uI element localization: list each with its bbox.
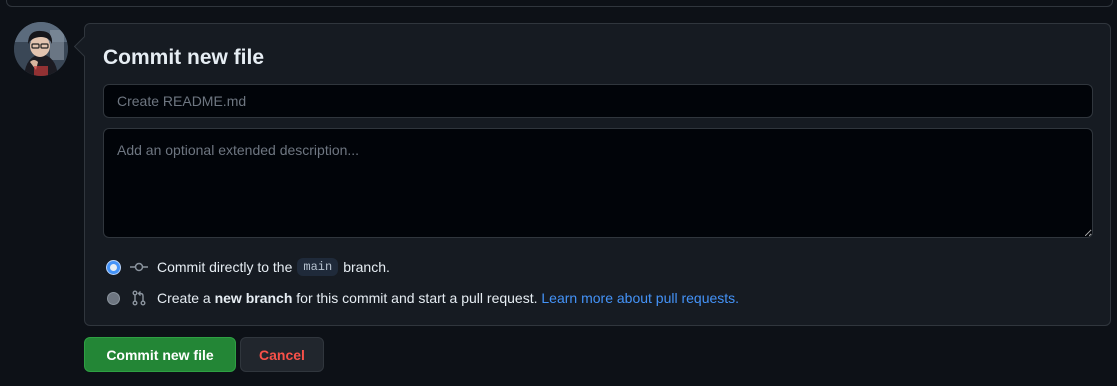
previous-section-box: [6, 0, 1113, 7]
commit-new-file-button[interactable]: Commit new file: [84, 337, 236, 372]
git-commit-icon: [130, 259, 148, 275]
user-avatar[interactable]: [14, 22, 68, 76]
new-branch-bold-text: new branch: [214, 290, 293, 306]
commit-summary-input[interactable]: [103, 84, 1093, 118]
panel-title: Commit new file: [103, 46, 265, 69]
cancel-button[interactable]: Cancel: [240, 337, 324, 372]
new-branch-text-before: Create a: [157, 290, 211, 306]
panel-pointer: [73, 35, 96, 58]
avatar-image: [14, 22, 68, 76]
new-branch-text-after: for this commit and start a pull request…: [296, 290, 538, 306]
commit-directly-suffix: branch.: [343, 259, 390, 275]
commit-panel: Commit new file Commit directly to the m…: [73, 23, 1111, 326]
previous-section-edge: [0, 0, 1117, 7]
commit-directly-option[interactable]: Commit directly to the main branch.: [105, 257, 390, 277]
learn-more-pull-requests-link[interactable]: Learn more about pull requests.: [541, 290, 739, 306]
new-branch-option[interactable]: Create a new branch for this commit and …: [105, 288, 739, 308]
new-branch-radio[interactable]: [107, 291, 120, 305]
commit-directly-radio[interactable]: [107, 260, 120, 274]
branch-name-badge: main: [297, 258, 339, 276]
commit-description-input[interactable]: [103, 128, 1093, 238]
git-pull-request-icon: [130, 290, 148, 306]
commit-directly-text: Commit directly to the: [157, 259, 293, 275]
